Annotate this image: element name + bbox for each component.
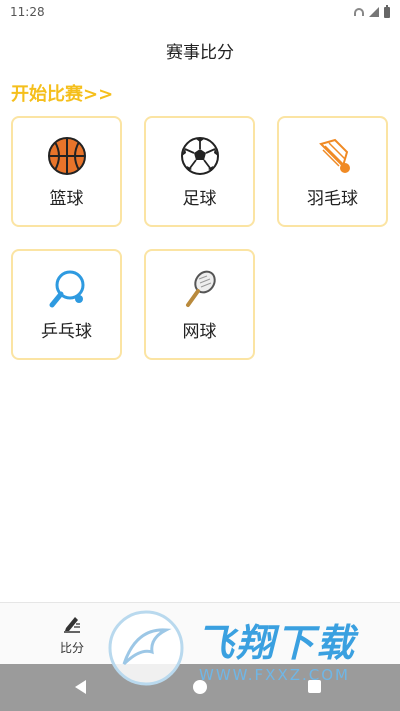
sport-card-tennis[interactable]: 网球 (144, 249, 255, 360)
nav-item-label: 比分 (59, 641, 84, 655)
status-time: 11:28 (10, 5, 45, 19)
bottom-nav: 比分 (0, 602, 400, 665)
system-nav-bar (0, 664, 400, 711)
sport-card-table-tennis[interactable]: 乒乓球 (11, 249, 122, 360)
sport-label: 足球 (182, 189, 217, 209)
pencil-note-icon (64, 617, 80, 633)
sport-label: 篮球 (49, 189, 84, 209)
back-button[interactable] (75, 680, 86, 694)
basketball-icon (47, 137, 86, 175)
battery-icon (384, 4, 390, 18)
signal-icon (369, 7, 379, 17)
status-icons (354, 4, 390, 18)
sport-label: 网球 (182, 322, 217, 342)
nav-item-score[interactable]: 比分 (47, 613, 97, 656)
start-match-link[interactable]: 开始比赛>> (11, 80, 113, 106)
soccer-ball-icon (180, 137, 219, 175)
sport-label: 乒乓球 (41, 322, 92, 342)
status-bar: 11:28 (0, 0, 400, 24)
wifi-icon (354, 8, 364, 16)
page-title: 赛事比分 (166, 43, 234, 63)
recent-apps-button[interactable] (308, 680, 321, 693)
sport-label: 羽毛球 (307, 189, 358, 209)
sport-card-basketball[interactable]: 篮球 (11, 116, 122, 227)
shuttlecock-icon (318, 138, 350, 173)
home-button[interactable] (193, 680, 207, 694)
sport-card-soccer[interactable]: 足球 (144, 116, 255, 227)
ping-pong-paddle-icon (49, 270, 84, 308)
tennis-racket-icon (185, 270, 216, 307)
sport-card-badminton[interactable]: 羽毛球 (277, 116, 388, 227)
